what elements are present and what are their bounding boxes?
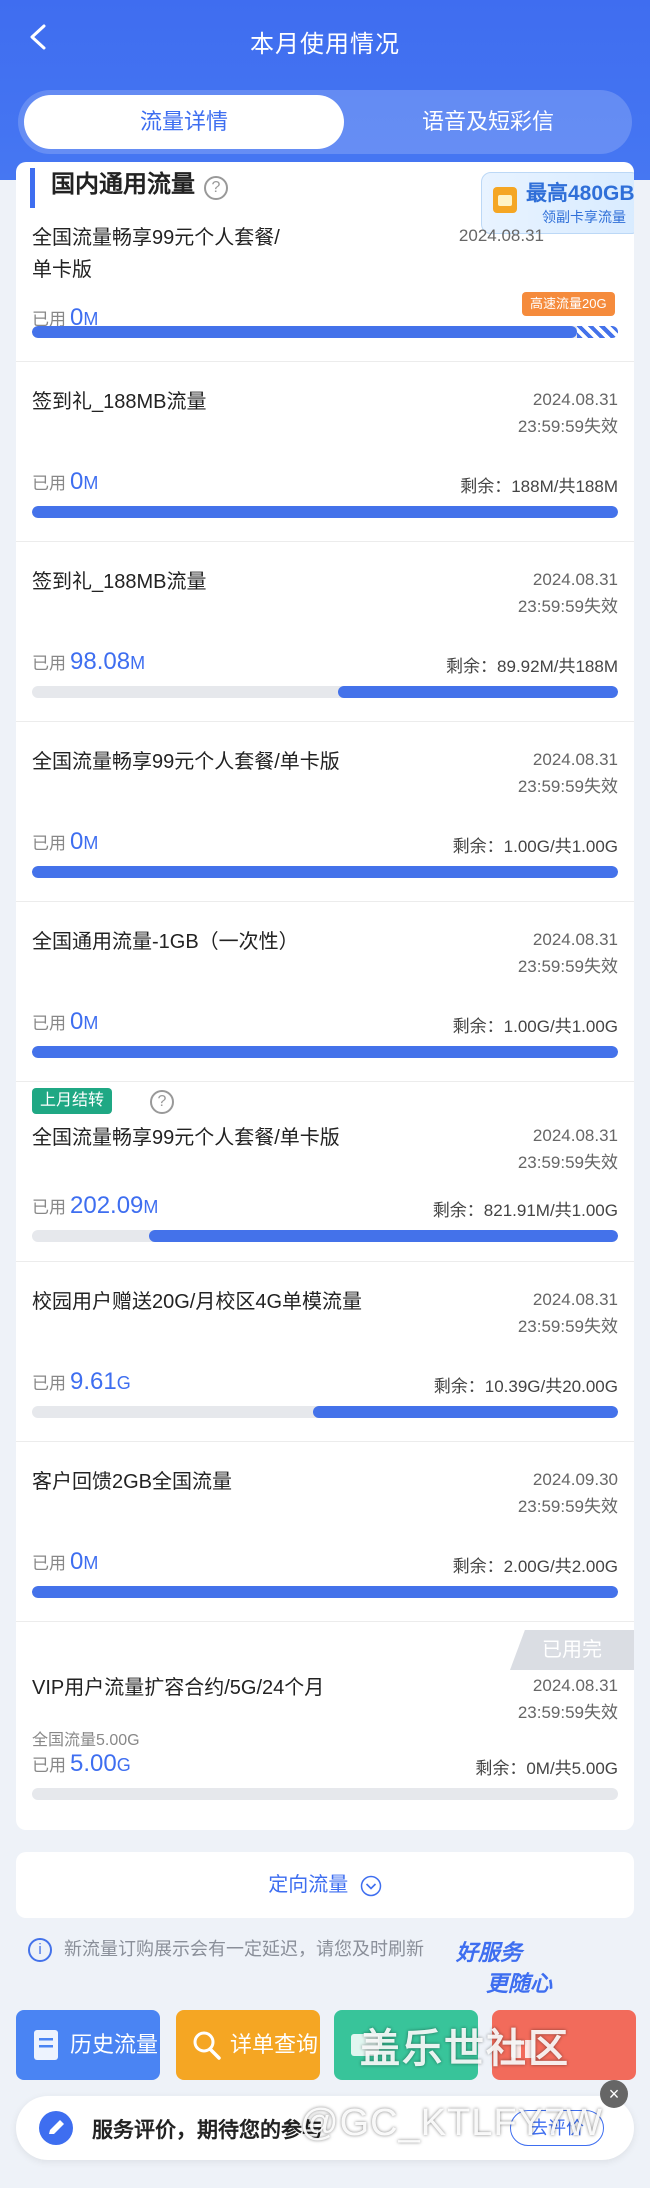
usage-bar xyxy=(32,686,618,698)
package-name: 全国通用流量-1GB（一次性） xyxy=(32,931,299,953)
tab-data-details[interactable]: 流量详情 xyxy=(24,95,344,149)
package-name: 全国流量畅享99元个人套餐/单卡版 xyxy=(32,751,340,773)
close-icon[interactable]: × xyxy=(600,2080,628,2108)
usage-bar-fill xyxy=(32,1586,618,1598)
package-name: 全国流量畅享99元个人套餐/单卡版 xyxy=(32,1127,340,1149)
history-data-label: 历史流量 xyxy=(70,2032,159,2057)
page-title: 本月使用情况 xyxy=(250,31,400,58)
list-item[interactable]: 上月结转 ? 全国流量畅享99元个人套餐/单卡版 2024.08.31 23:59… xyxy=(16,1082,634,1262)
watermark-brand: 盖乐世社区 xyxy=(360,2027,570,2071)
expiry-date: 2024.08.31 23:59:59失效 xyxy=(517,750,618,796)
remaining-amount: 剩余：1.00G/共1.00G xyxy=(452,1017,618,1036)
list-item[interactable]: 全国通用流量-1GB（一次性） 2024.08.31 23:59:59失效 已用 0… xyxy=(16,902,634,1082)
usage-bar xyxy=(32,1788,618,1800)
remaining-amount: 剩余：0M/共5.00G xyxy=(475,1759,618,1778)
usage-bar-fill xyxy=(337,686,618,698)
expiry-date: 2024.08.31 23:59:59失效 xyxy=(517,390,618,436)
section-title: 国内通用流量 xyxy=(30,168,195,208)
help-icon[interactable]: ? xyxy=(204,176,228,200)
document-icon xyxy=(34,2030,58,2060)
expiry-date: 2024.08.31 23:59:59失效 xyxy=(517,1126,618,1172)
usage-bar xyxy=(32,326,618,338)
remaining-amount: 剩余：821.91M/共1.00G xyxy=(432,1201,618,1220)
chevron-down-icon xyxy=(360,1875,382,1896)
refresh-notice: 新流量订购展示会有一定延迟，请您及时刷新 xyxy=(64,1939,424,1959)
data-usage-card: 国内通用流量 ? 最高480GB 领副卡享流量 全国流量畅享99元个人套餐/ 单… xyxy=(16,162,634,1830)
slogan-line2: 更随心 xyxy=(486,1971,553,1996)
usage-bar-fill xyxy=(32,1046,618,1058)
usage-bar-fill xyxy=(32,866,618,878)
slogan-line1: 好服务 xyxy=(456,1940,523,1965)
usage-bar-fill xyxy=(313,1406,618,1418)
expiry-date: 2024.08.31 23:59:59失效 xyxy=(517,930,618,976)
used-amount: 已用 98.08M xyxy=(32,648,146,675)
list-item[interactable]: 全国流量畅享99元个人套餐/单卡版 2024.08.31 23:59:59失效 已… xyxy=(16,722,634,902)
usage-bar-fill xyxy=(32,326,577,338)
list-item[interactable]: 全国流量畅享99元个人套餐/ 单卡版 2024.08.31 已用 0M 高速流量2… xyxy=(16,212,634,362)
remaining-amount: 剩余：89.92M/共188M xyxy=(446,657,618,676)
usage-bar-fill xyxy=(149,1230,618,1242)
expiry-date: 2024.08.31 23:59:59失效 xyxy=(517,1290,618,1336)
usage-bar xyxy=(32,506,618,518)
pencil-icon xyxy=(39,2111,73,2145)
usage-bar xyxy=(32,1586,618,1598)
usage-bar xyxy=(32,1406,618,1418)
package-sublabel: 全国流量5.00G xyxy=(32,1732,140,1749)
list-item[interactable]: 签到礼_188MB流量 2024.08.31 23:59:59失效 已用 0M 剩余… xyxy=(16,362,634,542)
directional-data-toggle[interactable]: 定向流量 xyxy=(16,1852,634,1918)
expiry-date: 2024.08.31 23:59:59失效 xyxy=(517,1676,618,1722)
header-bar: 本月使用情况 流量详情 语音及短彩信 xyxy=(0,0,650,180)
promo-title: 最高480GB xyxy=(526,182,634,205)
used-up-tag: 已用完 xyxy=(510,1630,634,1670)
remaining-amount: 剩余：2.00G/共2.00G xyxy=(452,1557,618,1576)
used-amount: 已用 5.00G xyxy=(32,1750,131,1777)
expiry-date: 2024.09.30 23:59:59失效 xyxy=(517,1470,618,1516)
help-icon[interactable]: ? xyxy=(150,1090,174,1114)
usage-bar-fill xyxy=(32,506,618,518)
package-name: 签到礼_188MB流量 xyxy=(32,571,207,593)
package-name: 客户回馈2GB全国流量 xyxy=(32,1471,233,1493)
directional-label: 定向流量 xyxy=(268,1874,349,1896)
speed-tag: 高速流量20G xyxy=(522,292,615,316)
used-amount: 已用 0M xyxy=(32,468,99,495)
tab-voice-sms[interactable]: 语音及短彩信 xyxy=(348,95,628,149)
used-amount: 已用 202.09M xyxy=(32,1192,159,1219)
used-amount: 已用 0M xyxy=(32,1548,99,1575)
watermark-handle: @GC_KTLFY7W xyxy=(300,2102,603,2144)
detail-query-label: 详单查询 xyxy=(230,2032,319,2057)
usage-bar xyxy=(32,1230,618,1242)
remaining-amount: 剩余：1.00G/共1.00G xyxy=(452,837,618,856)
tab-bar: 流量详情 语音及短彩信 xyxy=(18,90,632,154)
history-data-button[interactable]: 历史流量 xyxy=(16,2010,160,2080)
magnifier-icon xyxy=(193,2031,221,2060)
list-item[interactable]: 签到礼_188MB流量 2024.08.31 23:59:59失效 已用 98.08… xyxy=(16,542,634,722)
expiry-date: 2024.08.31 xyxy=(458,226,544,245)
usage-bar xyxy=(32,866,618,878)
package-name: 校园用户赠送20G/月校区4G单模流量 xyxy=(32,1291,363,1313)
usage-bar xyxy=(32,1046,618,1058)
remaining-amount: 剩余：188M/共188M xyxy=(460,477,618,496)
survey-text: 服务评价，期待您的参与 xyxy=(92,2119,323,2142)
used-amount: 已用 0M xyxy=(32,828,99,855)
remaining-amount: 剩余：10.39G/共20.00G xyxy=(433,1377,618,1396)
detail-query-button[interactable]: 详单查询 xyxy=(176,2010,320,2080)
used-amount: 已用 9.61G xyxy=(32,1368,131,1395)
package-name: VIP用户流量扩容合约/5G/24个月 xyxy=(32,1677,325,1699)
carryover-tag: 上月结转 xyxy=(32,1088,113,1114)
list-item[interactable]: 已用完 VIP用户流量扩容合约/5G/24个月 2024.08.31 23:59:… xyxy=(16,1622,634,1812)
package-name-line2: 单卡版 xyxy=(32,259,92,281)
list-item[interactable]: 客户回馈2GB全国流量 2024.09.30 23:59:59失效 已用 0M 剩余… xyxy=(16,1442,634,1622)
list-item[interactable]: 校园用户赠送20G/月校区4G单模流量 2024.08.31 23:59:59失效… xyxy=(16,1262,634,1442)
package-name: 签到礼_188MB流量 xyxy=(32,391,207,413)
used-amount: 已用 0M xyxy=(32,1008,99,1035)
expiry-date: 2024.08.31 23:59:59失效 xyxy=(517,570,618,616)
usage-bar-striped xyxy=(576,326,618,338)
package-name: 全国流量畅享99元个人套餐/ xyxy=(32,227,280,249)
